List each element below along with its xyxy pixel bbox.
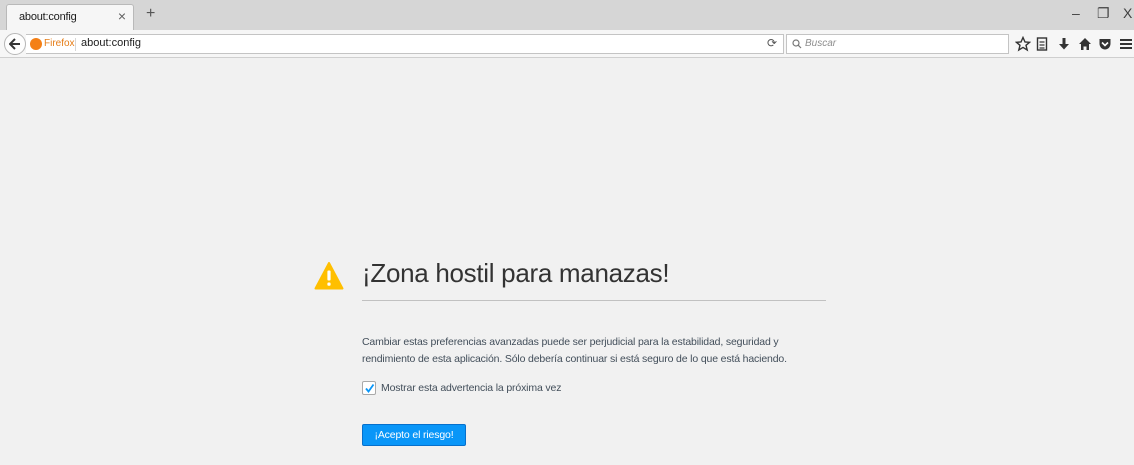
- new-tab-button[interactable]: +: [146, 5, 155, 23]
- home-icon[interactable]: [1077, 36, 1093, 52]
- url-text[interactable]: about:config: [81, 37, 141, 49]
- firefox-icon: [30, 38, 42, 50]
- accept-risk-button[interactable]: ¡Acepto el riesgo!: [362, 424, 466, 446]
- tab-title: about:config: [19, 11, 77, 23]
- pocket-icon[interactable]: [1097, 36, 1113, 52]
- checkmark-icon: [365, 383, 375, 393]
- title-divider: [362, 300, 826, 301]
- search-bar[interactable]: Buscar: [786, 34, 1009, 54]
- identity-label: Firefox: [44, 38, 75, 49]
- page-title: ¡Zona hostil para manazas!: [362, 258, 670, 288]
- warning-icon: [314, 262, 344, 290]
- tab-strip: about:config × + – ❐ X: [0, 0, 1134, 30]
- back-arrow-icon: [9, 38, 20, 50]
- navigation-toolbar: Firefox about:config ⟳ Buscar: [0, 30, 1134, 58]
- search-icon: [792, 39, 802, 49]
- show-warning-label[interactable]: Mostrar esta advertencia la próxima vez: [381, 382, 561, 394]
- warning-description: Cambiar estas preferencias avanzadas pue…: [362, 336, 787, 365]
- reading-list-icon[interactable]: [1034, 36, 1050, 52]
- downloads-icon[interactable]: [1056, 36, 1072, 52]
- search-placeholder: Buscar: [805, 38, 837, 49]
- back-button[interactable]: [4, 33, 26, 55]
- menu-icon[interactable]: [1118, 36, 1134, 52]
- tab-close-icon[interactable]: ×: [118, 8, 126, 24]
- url-separator: [75, 38, 76, 51]
- restore-button[interactable]: ❐: [1097, 5, 1110, 21]
- close-window-button[interactable]: X: [1123, 5, 1132, 21]
- minimize-button[interactable]: –: [1072, 5, 1080, 21]
- tab-about-config[interactable]: about:config ×: [6, 4, 134, 30]
- reload-icon[interactable]: ⟳: [767, 36, 777, 50]
- url-bar[interactable]: Firefox about:config ⟳: [26, 34, 784, 54]
- show-warning-checkbox[interactable]: [362, 381, 376, 395]
- bookmark-star-icon[interactable]: [1015, 36, 1031, 52]
